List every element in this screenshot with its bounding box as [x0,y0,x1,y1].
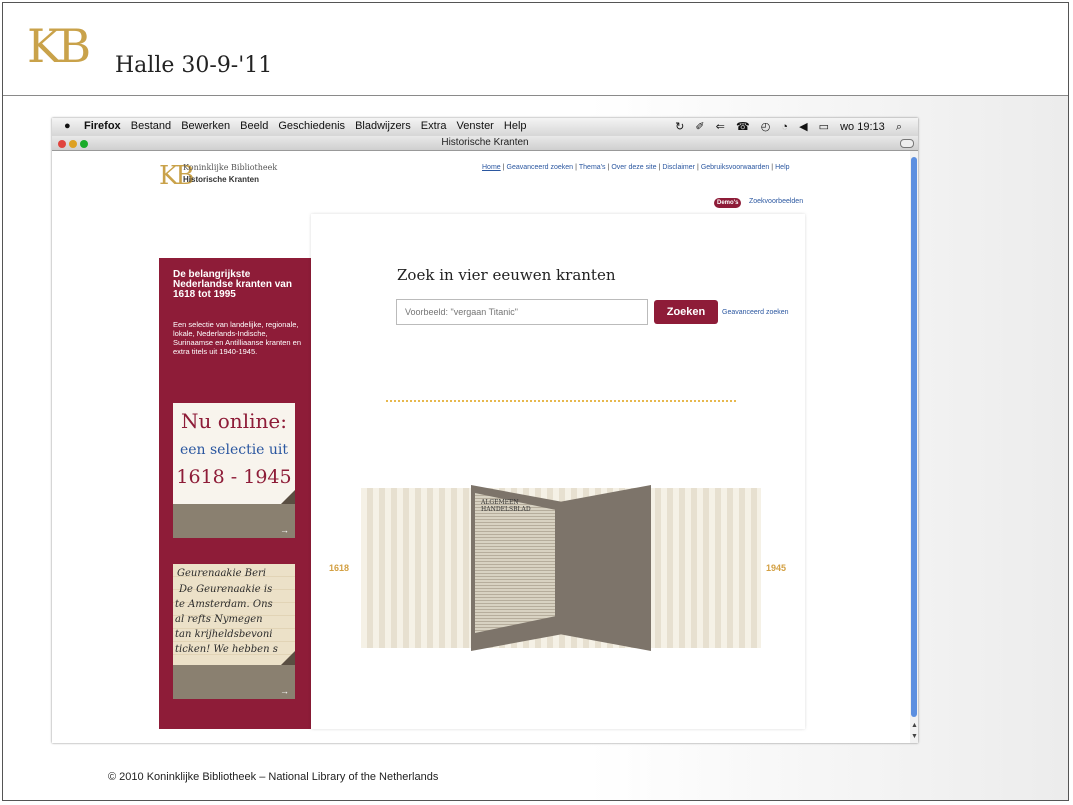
left-panel: De belangrijkste Nederlandse kranten van… [159,258,311,729]
search-input[interactable] [396,299,648,325]
book-left-page: ALGEMEEN HANDELSBLAD [471,485,561,651]
mac-menubar: ● Firefox Bestand Bewerken Beeld Geschie… [52,118,918,136]
timeline-start-year[interactable]: 1618 [329,563,349,573]
kb-logo: KB [27,19,91,73]
wifi-icon[interactable]: ◔ [781,121,788,133]
handwriting-line: tan krijheldsbevoni [175,629,273,640]
book-right-page: 1910 [561,485,651,651]
nav-help[interactable]: Help [775,164,789,171]
menu-bladwijzers[interactable]: Bladwijzers [355,120,411,132]
window-titlebar: Historische Kranten [52,136,918,151]
nav-about[interactable]: Over deze site [611,164,656,171]
timeline-slider[interactable]: ALGEMEEN HANDELSBLAD 1910 [361,485,761,651]
left-panel-text: Een selectie van landelijke, regionale, … [173,320,301,356]
nav-disclaimer[interactable]: Disclaimer [662,164,695,171]
menu-help[interactable]: Help [504,120,527,132]
slide-title: Halle 30-9-'11 [115,53,273,78]
spotlight-icon[interactable]: ⌕ [896,121,902,133]
status-area: ↻ ✐ ⇐ ☎ ◴ ◔ ◀ ▭ wo 19:13 ⌕ [667,120,902,134]
scrollbar-thumb[interactable] [911,157,917,717]
sync-icon[interactable]: ↻ [675,121,684,133]
timeline-end-year[interactable]: 1945 [766,563,786,573]
left-panel-title: De belangrijkste Nederlandse kranten van… [173,269,292,300]
timeline-current-year: 1910 [668,549,706,568]
promo-line1: Nu online: [181,409,287,433]
site-name-line2: Historische Kranten [183,175,260,184]
nav-advanced[interactable]: Geavanceerd zoeken [507,164,574,171]
menu-firefox[interactable]: Firefox [84,120,121,132]
zoom-icon[interactable] [80,140,88,148]
handwriting-image: Geurenaakie Beri De Geurenaakie is te Am… [173,564,295,665]
handwriting-line: De Geurenaakie is [179,584,273,595]
apple-icon[interactable]: ● [64,120,71,132]
volume-icon[interactable]: ◀ [799,121,807,133]
site-name-line1: Koninklijke Bibliotheek [183,163,278,172]
menu-extra[interactable]: Extra [421,120,447,132]
arrow-right-icon[interactable]: → [280,525,289,535]
slide-header: KB Halle 30-9-'11 [3,3,1068,96]
promo-card-online[interactable]: Nu online: een selectie uit 1618 - 1945 … [173,403,295,538]
demo-badge[interactable]: Demo's [714,198,742,208]
menu-list: Firefox Bestand Bewerken Beeld Geschiede… [84,120,534,132]
menu-beeld[interactable]: Beeld [240,120,268,132]
browser-screenshot: ● Firefox Bestand Bewerken Beeld Geschie… [52,118,918,743]
handwriting-line: ticken! We hebben s [175,644,278,655]
handwriting-line: te Amsterdam. Ons [175,599,273,610]
vertical-scrollbar[interactable]: ▲ ▼ [910,151,918,743]
handwriting-line: Geurenaakie Beri [177,568,267,579]
script-icon[interactable]: ✐ [695,121,704,133]
phone-icon[interactable]: ☎ [736,121,750,133]
menu-venster[interactable]: Venster [457,120,494,132]
close-icon[interactable] [58,140,66,148]
menu-bestand[interactable]: Bestand [131,120,171,132]
newspaper-title: ALGEMEEN HANDELSBLAD [481,499,531,513]
search-heading: Zoek in vier eeuwen kranten [397,266,616,284]
newspaper-image [475,493,555,633]
nav-themes[interactable]: Thema's [579,164,606,171]
slide-footer: © 2010 Koninklijke Bibliotheek – Nationa… [108,771,439,783]
promo-line3: 1618 - 1945 [176,466,292,488]
back-icon[interactable]: ⇐ [716,121,725,133]
scroll-down-icon[interactable]: ▼ [911,733,918,740]
top-nav: Home | Geavanceerd zoeken | Thema's | Over dez… [482,164,790,171]
nav-home[interactable]: Home [482,164,501,171]
scroll-up-icon[interactable]: ▲ [911,722,918,729]
page-viewport: KB Koninklijke Bibliotheek Historische K… [52,151,910,743]
page-curl-icon [281,651,295,665]
promo-card-handwriting[interactable]: Geurenaakie Beri De Geurenaakie is te Am… [173,564,295,699]
dotted-divider [386,400,736,402]
arrow-right-icon[interactable]: → [280,686,289,696]
promo-line2: een selectie uit [179,442,289,458]
timemachine-icon[interactable]: ◴ [761,121,771,133]
advanced-search-link[interactable]: Geavanceerd zoeken [722,309,789,316]
handwriting-line: al refts Nymegen [175,614,263,625]
menu-geschiedenis[interactable]: Geschiedenis [278,120,345,132]
promo-card-footer: → [173,665,295,699]
minimize-icon[interactable] [69,140,77,148]
timeline-book: ALGEMEEN HANDELSBLAD 1910 [471,485,651,651]
clock[interactable]: wo 19:13 [840,121,885,133]
menu-bewerken[interactable]: Bewerken [181,120,230,132]
page-curl-icon [281,490,295,504]
window-title: Historische Kranten [441,137,529,148]
toolbar-toggle-icon[interactable] [900,139,914,148]
examples-link[interactable]: Zoekvoorbeelden [749,198,803,205]
promo-card-footer: → [173,504,295,538]
nav-terms[interactable]: Gebruiksvoorwaarden [701,164,769,171]
search-button[interactable]: Zoeken [654,300,718,324]
search-panel: Zoek in vier eeuwen kranten Zoeken Geava… [311,214,805,729]
battery-icon[interactable]: ▭ [819,121,829,133]
